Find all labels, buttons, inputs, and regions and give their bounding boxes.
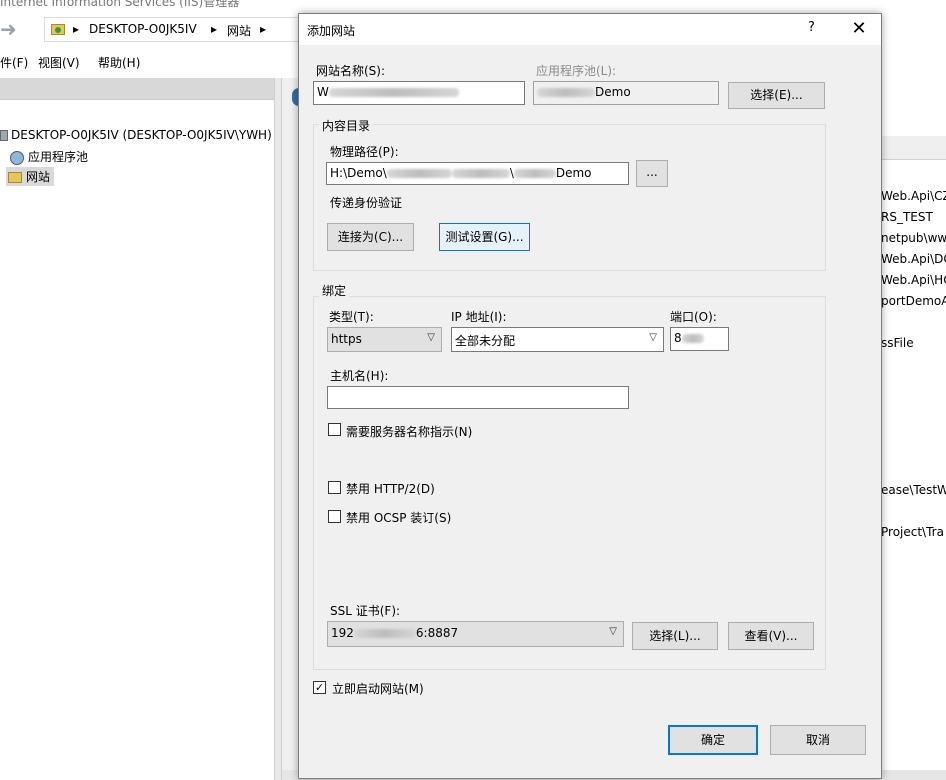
select-app-pool-button[interactable]: 选择(E)... <box>728 82 825 109</box>
sni-checkbox[interactable] <box>328 423 341 436</box>
site-name-input[interactable]: W <box>313 81 525 105</box>
physical-path-input[interactable]: H:\Demo\ \ Demo <box>326 162 629 185</box>
tree-server-label: DESKTOP-O0JK5IV (DESKTOP-O0JK5IV\YWH) <box>11 128 272 142</box>
chevron-right-icon: ▸ <box>211 22 218 36</box>
ssl-cert-select[interactable]: 192 6:8887 ▽ <box>327 621 624 647</box>
browse-path-button[interactable]: ... <box>636 160 668 187</box>
content-directory-title: 内容目录 <box>319 117 374 134</box>
port-value: 8 <box>674 331 682 345</box>
list-item[interactable]: RS_TEST <box>881 210 933 224</box>
chevron-right-icon: ▸ <box>260 22 267 36</box>
disable-http2-label[interactable]: 禁用 HTTP/2(D) <box>346 480 435 497</box>
dialog-title: 添加网站 <box>307 24 356 38</box>
ssl-cert-label: SSL 证书(F): <box>330 604 401 618</box>
menu-help[interactable]: 帮助(H) <box>98 54 140 71</box>
redacted-text <box>537 88 595 97</box>
help-icon[interactable]: ? <box>808 20 815 35</box>
ip-address-label: IP 地址(I): <box>451 310 507 324</box>
chevron-down-icon: ▽ <box>609 626 617 637</box>
add-website-dialog: 添加网站 ? ✕ 网站名称(S): W 应用程序池(L): Demo 选择(E)… <box>298 13 882 779</box>
sites-list-header <box>880 136 946 160</box>
host-name-label: 主机名(H): <box>330 369 389 383</box>
list-item[interactable]: Web.Api\CZ <box>881 189 946 203</box>
tree-sites-label: 网站 <box>26 170 51 184</box>
connect-as-button[interactable]: 连接为(C)... <box>327 223 414 251</box>
port-label: 端口(O): <box>670 310 717 324</box>
tree-app-pools-label: 应用程序池 <box>28 150 89 164</box>
redacted-text <box>451 169 510 178</box>
binding-type-label: 类型(T): <box>329 310 374 324</box>
dialog-titlebar: 添加网站 ? ✕ <box>299 14 881 45</box>
iis-window-title: Internet Information Services (IIS)管理器 <box>0 0 946 12</box>
redacted-text <box>328 88 459 97</box>
binding-type-value: https <box>331 332 362 346</box>
address-breadcrumb[interactable]: ▸ DESKTOP-O0JK5IV ▸ 网站 ▸ <box>44 17 299 42</box>
binding-title: 绑定 <box>319 282 350 299</box>
list-item[interactable]: portDemoA <box>881 294 946 308</box>
chevron-down-icon: ▽ <box>649 332 657 343</box>
app-pool-label: 应用程序池(L): <box>536 64 617 78</box>
folder-globe-icon <box>51 24 65 35</box>
breadcrumb-sites[interactable]: 网站 <box>227 22 251 39</box>
site-name-label: 网站名称(S): <box>316 64 386 78</box>
ssl-select-button[interactable]: 选择(L)... <box>632 622 718 650</box>
list-item[interactable]: Web.Api\DC <box>881 252 946 266</box>
list-item[interactable]: ease\TestW <box>881 483 946 497</box>
disable-http2-checkbox[interactable] <box>328 481 341 494</box>
back-arrow-icon[interactable]: ➜ <box>0 18 26 42</box>
breadcrumb-server[interactable]: DESKTOP-O0JK5IV <box>89 22 197 36</box>
menu-view[interactable]: 视图(V) <box>38 54 80 71</box>
connections-header <box>0 78 275 100</box>
tree-item-server[interactable]: DESKTOP-O0JK5IV (DESKTOP-O0JK5IV\YWH) <box>0 128 272 142</box>
redacted-text <box>353 629 416 638</box>
pane-splitter[interactable] <box>274 78 282 780</box>
redacted-text <box>386 169 452 178</box>
server-icon <box>0 130 8 141</box>
app-pool-field: Demo <box>533 81 719 105</box>
connections-tree: DESKTOP-O0JK5IV (DESKTOP-O0JK5IV\YWH) 应用… <box>0 100 275 780</box>
host-name-input[interactable] <box>327 386 629 409</box>
start-now-checkbox[interactable]: ✓ <box>313 681 326 694</box>
start-now-label[interactable]: 立即启动网站(M) <box>332 680 424 697</box>
pass-through-label: 传递身份验证 <box>330 196 403 210</box>
physical-path-label: 物理路径(P): <box>330 145 399 159</box>
list-item[interactable]: netpub\www <box>881 231 946 245</box>
disable-ocsp-checkbox[interactable] <box>328 510 341 523</box>
close-icon[interactable]: ✕ <box>847 17 871 41</box>
path-start: H:\Demo\ <box>330 166 387 180</box>
site-name-value: W <box>317 85 329 99</box>
chevron-down-icon: ▽ <box>427 332 435 343</box>
binding-type-select[interactable]: https ▽ <box>327 327 442 352</box>
redacted-text <box>681 334 704 343</box>
list-item[interactable]: Web.Api\HC <box>881 273 946 287</box>
path-end: Demo <box>555 166 592 180</box>
sites-list-pane <box>880 78 946 780</box>
ssl-cert-value-suffix: 6:8887 <box>415 626 459 640</box>
list-item[interactable]: Project\Tra <box>881 525 944 539</box>
test-settings-button[interactable]: 测试设置(G)... <box>439 223 530 251</box>
sni-label[interactable]: 需要服务器名称指示(N) <box>346 423 472 440</box>
menu-file[interactable]: 件(F) <box>0 54 28 71</box>
ip-address-select[interactable]: 全部未分配 ▽ <box>451 327 664 352</box>
menu-bar: 件(F) 视图(V) 帮助(H) <box>0 48 300 74</box>
ssl-cert-value-prefix: 192 <box>331 626 354 640</box>
tree-item-sites[interactable]: 网站 <box>6 167 55 186</box>
redacted-text <box>513 169 556 178</box>
app-pool-icon <box>10 150 24 165</box>
tree-item-app-pools[interactable]: 应用程序池 <box>10 148 88 165</box>
sites-folder-icon <box>8 172 22 183</box>
port-input[interactable]: 8 <box>670 327 729 351</box>
cancel-button[interactable]: 取消 <box>770 725 866 755</box>
iis-title-text: Internet Information Services (IIS)管理器 <box>0 0 240 9</box>
app-pool-value: Demo <box>595 85 631 99</box>
ssl-view-button[interactable]: 查看(V)... <box>728 622 814 650</box>
list-item[interactable]: ssFile <box>881 336 914 350</box>
ip-address-value: 全部未分配 <box>455 334 516 348</box>
disable-ocsp-label[interactable]: 禁用 OCSP 装订(S) <box>346 509 451 526</box>
chevron-right-icon: ▸ <box>73 22 80 36</box>
ok-button[interactable]: 确定 <box>668 725 758 755</box>
